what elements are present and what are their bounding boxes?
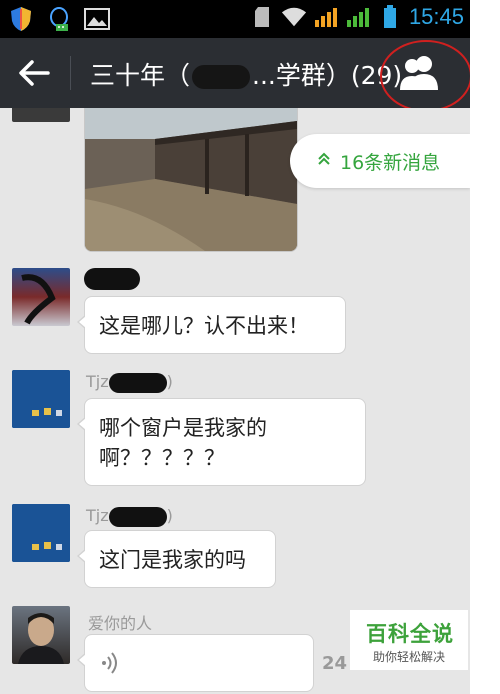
signal-3g-icon [313, 4, 339, 30]
watermark-subtitle: 助你轻松解决 [373, 650, 446, 664]
watermark-title: 百科全说 [366, 622, 454, 646]
sender-name: Tjz) [86, 506, 173, 527]
image-message[interactable] [84, 108, 298, 252]
message-text-line: 啊？？？？？ [99, 446, 225, 470]
avatar[interactable] [12, 108, 70, 122]
watermark: 百科全说 助你轻松解决 [350, 610, 468, 670]
double-chevron-up-icon [318, 152, 330, 170]
sender-name: 爱你的人 [88, 614, 153, 633]
redacted-mark [84, 268, 140, 290]
new-messages-button[interactable]: 16条新消息 [290, 134, 470, 188]
sdcard-icon [249, 4, 275, 30]
voice-wave-icon [102, 652, 117, 674]
chat-title-prefix: 三十年（ [90, 61, 191, 90]
new-messages-label: 16条新消息 [340, 151, 441, 174]
redacted-mark [108, 506, 167, 527]
battery-icon [377, 4, 403, 30]
page-margin [470, 0, 500, 694]
photo-thumbnail [85, 108, 297, 251]
avatar[interactable] [12, 370, 70, 428]
chat-messages[interactable]: 这是哪儿？认不出来！ Tjz) 哪个窗户是我家的 啊？？？？？ Tjz) 这门是… [0, 108, 470, 694]
message-text: 这是哪儿？认不出来！ [99, 314, 309, 338]
message-bubble[interactable]: 这门是我家的吗 [77, 530, 276, 588]
redacted-mark [108, 372, 167, 393]
back-button[interactable] [14, 56, 54, 90]
chat-title: 三十年（ ...学群）(29) [90, 56, 402, 92]
sender-name [84, 268, 140, 290]
voice-message-bubble[interactable] [77, 634, 314, 692]
avatar[interactable] [12, 504, 70, 562]
signal-bars-icon [345, 4, 371, 30]
redacted-mark [192, 65, 251, 89]
sender-name: Tjz) [86, 372, 173, 393]
header-divider [70, 56, 71, 90]
message-text-line: 哪个窗户是我家的 [99, 416, 267, 440]
message-bubble[interactable]: 哪个窗户是我家的 啊？？？？？ [77, 398, 366, 486]
qq-icon [46, 6, 72, 32]
message-bubble[interactable]: 这是哪儿？认不出来！ [77, 296, 346, 354]
message-text: 这门是我家的吗 [99, 548, 246, 572]
status-clock: 15:45 [408, 4, 464, 29]
gallery-icon [84, 6, 110, 32]
back-arrow-icon [19, 60, 50, 86]
avatar[interactable] [12, 268, 70, 326]
voice-duration: 24 [322, 653, 348, 674]
avatar[interactable] [12, 606, 70, 664]
wifi-icon [281, 4, 307, 30]
annotation-circle [380, 40, 472, 112]
status-bar: 15:45 [0, 0, 470, 38]
shield-icon [8, 6, 34, 32]
